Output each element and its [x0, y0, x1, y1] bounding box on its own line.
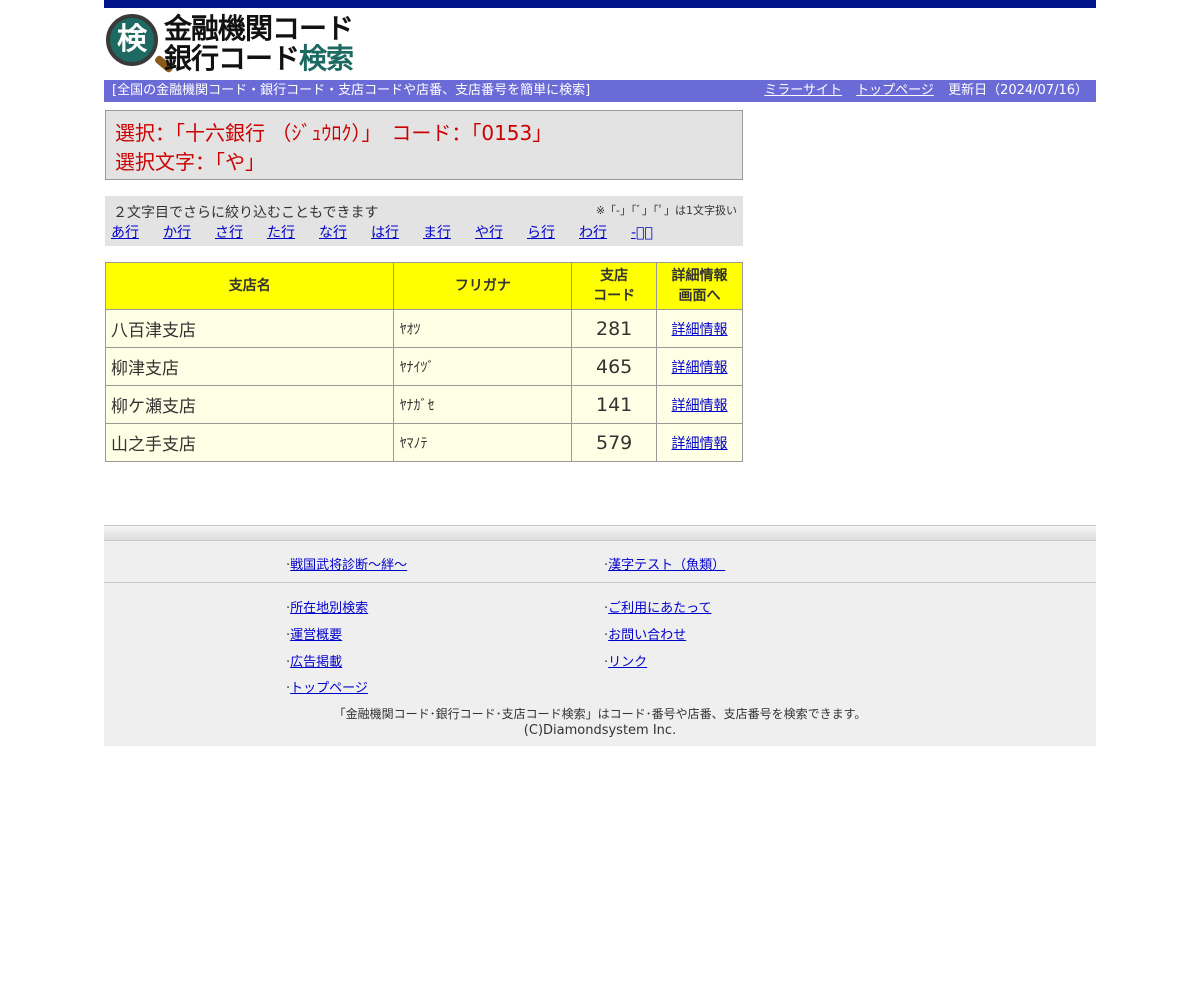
- magnifier-logo-icon: 検: [106, 14, 158, 66]
- table-row: 柳津支店 ﾔﾅｲﾂﾞ 465 詳細情報: [104, 347, 743, 386]
- kana-link-na[interactable]: な行: [319, 222, 347, 242]
- detail-link[interactable]: 詳細情報: [672, 322, 728, 338]
- kana-link-symbols[interactable]: -ﾞﾟ: [631, 225, 653, 241]
- footer-item: ·所在地別検索: [286, 601, 369, 616]
- col-header-detail-1: 詳細情報: [671, 268, 728, 284]
- promo-item-right: ·漢字テスト（魚類）: [604, 558, 726, 573]
- table-row: 山之手支店 ﾔﾏﾉﾃ 579 詳細情報: [104, 423, 743, 462]
- branch-code: 281: [571, 309, 658, 348]
- selected-char: 選択文字：「や」: [115, 150, 265, 174]
- footer-item: ·運営概要: [286, 628, 343, 643]
- footer-rule: [104, 582, 1096, 583]
- nav-links: ミラーサイト トップページ 更新日（2024/07/16）: [754, 80, 1088, 102]
- kana-link-ha[interactable]: は行: [371, 222, 399, 242]
- footer-link-location-search[interactable]: 所在地別検索: [290, 601, 368, 616]
- page: 検 金融機関コード 銀行コード検索 [全国の金融機関コード・銀行コード・支店コー…: [104, 0, 1096, 746]
- branch-furigana: ﾔﾏﾉﾃ: [393, 423, 573, 462]
- promo-sengoku-link[interactable]: 戦国武将診断～絆～: [290, 558, 407, 573]
- kana-filter-hint: ２文字目でさらに絞り込むこともできます: [113, 205, 379, 221]
- selection-box: 選択：「十六銀行 （ｼﾞｭｳﾛｸ）」 コード：「0153」 選択文字：「や」: [105, 110, 743, 180]
- detail-link[interactable]: 詳細情報: [672, 436, 728, 452]
- kana-filter-links: あ行 か行 さ行 た行 な行 は行 ま行 や行 ら行 わ行 -ﾞﾟ: [111, 222, 677, 242]
- promo-kanji-link[interactable]: 漢字テスト（魚類）: [608, 558, 725, 573]
- kana-link-a[interactable]: あ行: [111, 222, 139, 242]
- footer-link-top-page[interactable]: トップページ: [290, 681, 368, 696]
- branch-name: 柳ケ瀬支店: [104, 385, 395, 424]
- detail-link[interactable]: 詳細情報: [672, 398, 728, 414]
- footer-divider-band: [104, 525, 1096, 541]
- footer-item: ·ご利用にあたって: [604, 601, 712, 616]
- kana-link-ra[interactable]: ら行: [527, 222, 555, 242]
- detail-link[interactable]: 詳細情報: [672, 360, 728, 376]
- col-header-branch-code-1: 支店: [600, 268, 629, 284]
- logo-title-line1: 金融機関コード: [164, 12, 354, 45]
- detail-cell: 詳細情報: [656, 347, 743, 386]
- branch-name: 八百津支店: [104, 309, 395, 348]
- top-page-link[interactable]: トップページ: [856, 83, 934, 98]
- col-header-branch-name: 支店名: [104, 262, 395, 310]
- footer-link-about[interactable]: 運営概要: [290, 628, 342, 643]
- kana-link-ya[interactable]: や行: [475, 222, 503, 242]
- branch-furigana: ﾔﾅｲﾂﾞ: [393, 347, 573, 386]
- logo-badge: 検: [117, 22, 147, 57]
- footer-link-contact[interactable]: お問い合わせ: [608, 628, 686, 643]
- col-header-branch-code: 支店 コード: [571, 262, 658, 310]
- kana-link-ta[interactable]: た行: [267, 222, 295, 242]
- footer-link-terms[interactable]: ご利用にあたって: [608, 601, 711, 616]
- updated-date: 更新日（2024/07/16）: [948, 83, 1088, 98]
- kana-link-wa[interactable]: わ行: [579, 222, 607, 242]
- footer-item: ·広告掲載: [286, 655, 343, 670]
- nav-bar: [全国の金融機関コード・銀行コード・支店コードや店番、支店番号を簡単に検索] ミ…: [104, 80, 1096, 102]
- kana-filter-note: ※「-」「ﾞ」「ﾟ」は1文字扱い: [595, 204, 737, 217]
- table-row: 柳ケ瀬支店 ﾔﾅｶﾞｾ 141 詳細情報: [104, 385, 743, 424]
- col-header-detail-2: 画面へ: [678, 288, 721, 304]
- branch-furigana: ﾔｵﾂ: [393, 309, 573, 348]
- branch-furigana: ﾔﾅｶﾞｾ: [393, 385, 573, 424]
- kana-link-sa[interactable]: さ行: [215, 222, 243, 242]
- logo-title-line2: 銀行コード検索: [164, 42, 354, 75]
- footer-item: ·トップページ: [286, 681, 368, 696]
- logo-title-line2-main: 銀行コード: [164, 42, 300, 75]
- col-header-furigana: フリガナ: [393, 262, 573, 310]
- kana-filter: ２文字目でさらに絞り込むこともできます ※「-」「ﾞ」「ﾟ」は1文字扱い あ行 か…: [105, 196, 743, 246]
- site-tagline: [全国の金融機関コード・銀行コード・支店コードや店番、支店番号を簡単に検索]: [112, 83, 591, 98]
- branch-name: 柳津支店: [104, 347, 395, 386]
- footer-item: ·リンク: [604, 655, 648, 670]
- branch-table: 支店名 フリガナ 支店 コード 詳細情報 画面へ 八百津支店 ﾔｵﾂ 281 詳細情…: [104, 262, 743, 462]
- footer-item: ·お問い合わせ: [604, 628, 687, 643]
- top-bar: [104, 0, 1096, 8]
- table-header-row: 支店名 フリガナ 支店コード 詳細情報画面へ: [104, 262, 743, 310]
- copyright: (C)Diamondsystem Inc.: [523, 723, 677, 738]
- col-header-detail: 詳細情報 画面へ: [656, 262, 743, 310]
- mirror-site-link[interactable]: ミラーサイト: [764, 83, 842, 98]
- promo-item-left: ·戦国武将診断～絆～: [286, 558, 408, 573]
- footer-link-links[interactable]: リンク: [608, 655, 647, 670]
- logo-title-line2-accent: 検索: [299, 42, 354, 75]
- branch-code: 579: [571, 423, 658, 462]
- branch-name: 山之手支店: [104, 423, 395, 462]
- footer-description: 「金融機関コード･銀行コード･支店コード検索」はコード･番号や店番、支店番号を検…: [333, 707, 867, 721]
- kana-link-ka[interactable]: か行: [163, 222, 191, 242]
- col-header-branch-code-2: コード: [593, 288, 636, 304]
- footer-link-advertising[interactable]: 広告掲載: [290, 655, 342, 670]
- detail-cell: 詳細情報: [656, 309, 743, 348]
- detail-cell: 詳細情報: [656, 385, 743, 424]
- branch-code: 465: [571, 347, 658, 386]
- detail-cell: 詳細情報: [656, 423, 743, 462]
- selected-bank: 選択：「十六銀行 （ｼﾞｭｳﾛｸ）」 コード：「0153」: [115, 121, 553, 145]
- branch-code: 141: [571, 385, 658, 424]
- table-row: 八百津支店 ﾔｵﾂ 281 詳細情報: [104, 309, 743, 348]
- kana-link-ma[interactable]: ま行: [423, 222, 451, 242]
- footer: ·戦国武将診断～絆～ ·漢字テスト（魚類） ·所在地別検索 ·運営概要 ·広告掲…: [104, 525, 1096, 746]
- site-logo[interactable]: 検 金融機関コード 銀行コード検索: [104, 8, 1096, 80]
